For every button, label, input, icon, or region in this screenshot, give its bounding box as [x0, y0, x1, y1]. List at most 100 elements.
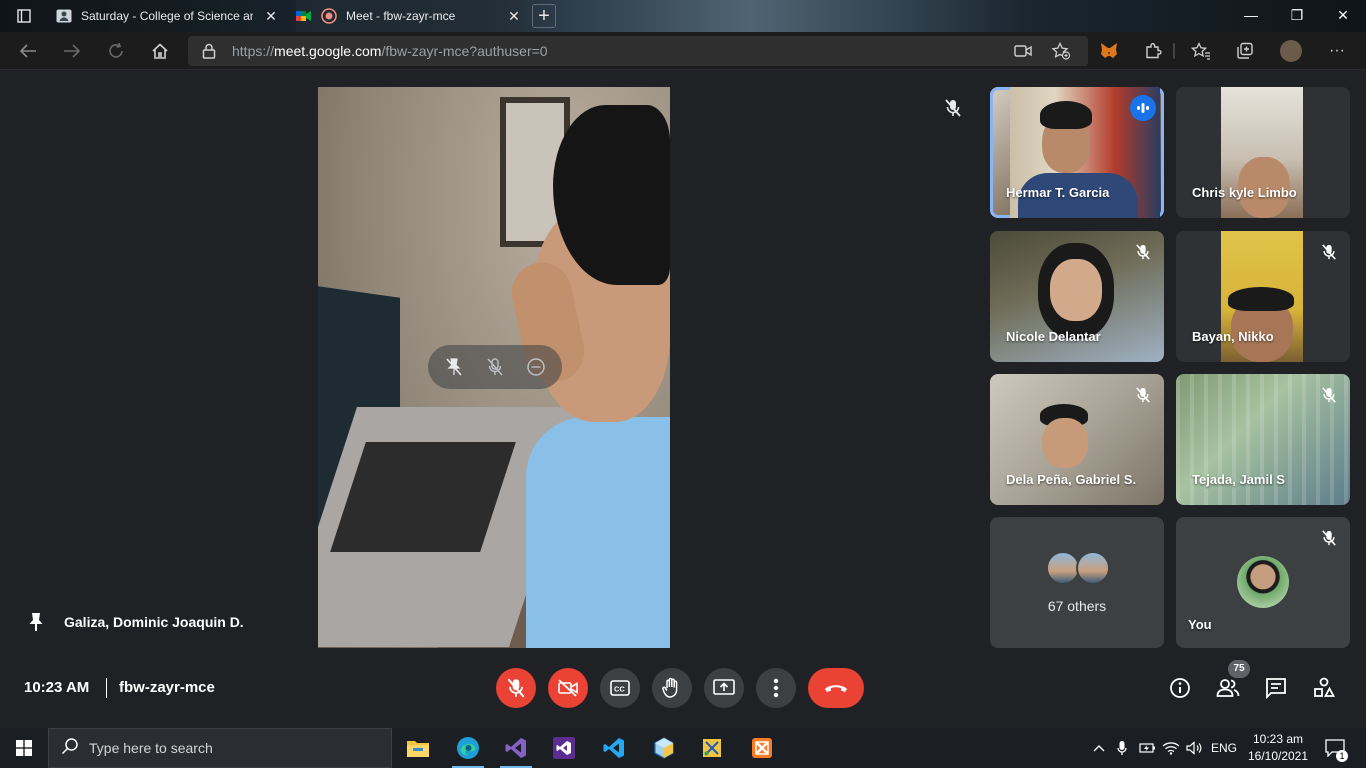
chat-icon[interactable] — [1264, 676, 1288, 700]
volume-icon[interactable] — [1184, 728, 1206, 768]
person-card-icon — [56, 8, 72, 24]
home-icon[interactable] — [146, 38, 174, 64]
lock-icon[interactable] — [202, 43, 216, 64]
url-path: /fbw-zayr-mce?authuser=0 — [381, 43, 548, 59]
svg-text:CC: CC — [614, 685, 625, 694]
captions-button[interactable]: CC — [600, 668, 640, 708]
participant-tile[interactable]: Tejada, Jamil S — [1176, 374, 1350, 505]
self-tile[interactable]: You — [1176, 517, 1350, 648]
restore-button[interactable]: ❐ — [1274, 0, 1320, 32]
present-screen-button[interactable] — [704, 668, 744, 708]
unpin-icon[interactable] — [437, 350, 471, 384]
more-options-button[interactable] — [756, 668, 796, 708]
browser-tab-saturday[interactable]: Saturday - College of Science and ✕ — [56, 0, 282, 32]
close-tab-icon[interactable]: ✕ — [506, 8, 522, 25]
muted-mic-icon — [1132, 241, 1154, 263]
pinned-participant-label: Galiza, Dominic Joaquin D. — [26, 612, 244, 632]
microphone-in-use-icon[interactable] — [1112, 728, 1132, 768]
others-avatars — [1046, 551, 1112, 585]
tab-title: Saturday - College of Science and — [81, 9, 253, 23]
participant-tile[interactable]: Bayan, Nikko — [1176, 231, 1350, 362]
muted-mic-icon — [1132, 384, 1154, 406]
muted-mic-icon — [1318, 527, 1340, 549]
pin-icon — [26, 612, 46, 632]
meeting-code: fbw-zayr-mce — [119, 679, 215, 696]
collections-icon[interactable] — [1234, 41, 1256, 61]
tab-title: Meet - fbw-zayr-mce — [346, 9, 456, 23]
snipping-tool-icon[interactable] — [688, 728, 736, 768]
participant-tile[interactable]: Chris kyle Limbo — [1176, 87, 1350, 218]
profile-avatar[interactable] — [1280, 40, 1302, 62]
participant-tile[interactable]: Hermar T. Garcia — [990, 87, 1164, 218]
participant-name: Chris kyle Limbo — [1192, 185, 1297, 200]
muted-mic-icon — [1318, 384, 1340, 406]
battery-icon[interactable] — [1136, 728, 1158, 768]
camera-in-use-icon[interactable] — [1012, 41, 1034, 61]
input-language[interactable]: ENG — [1208, 728, 1240, 768]
virtual-box-icon[interactable] — [640, 728, 688, 768]
video-shirt — [526, 417, 670, 648]
windows-start-button[interactable] — [0, 728, 48, 768]
mute-participant-icon[interactable] — [478, 350, 512, 384]
people-icon[interactable] — [1216, 676, 1240, 700]
browser-tab-meet[interactable]: Meet - fbw-zayr-mce ✕ — [296, 0, 522, 32]
participant-tile[interactable]: Dela Peña, Gabriel S. — [990, 374, 1164, 505]
google-meet-icon — [296, 8, 312, 24]
video-hair — [1040, 101, 1092, 129]
metamask-icon[interactable] — [1098, 41, 1120, 61]
new-tab-button[interactable]: + — [532, 4, 556, 28]
meeting-time: 10:23 AM — [24, 679, 90, 696]
back-icon[interactable] — [14, 38, 42, 64]
search-icon — [61, 737, 79, 760]
pinned-video[interactable] — [318, 87, 670, 648]
taskbar-clock[interactable]: 10:23 am 16/10/2021 — [1246, 731, 1310, 765]
search-placeholder: Type here to search — [89, 740, 213, 756]
leave-call-button[interactable] — [808, 668, 864, 708]
show-hidden-icons[interactable] — [1090, 728, 1108, 768]
visual-studio-icon[interactable] — [492, 728, 540, 768]
participant-name: Hermar T. Garcia — [1006, 185, 1110, 200]
refresh-icon[interactable] — [102, 38, 130, 64]
participant-tile[interactable]: Nicole Delantar — [990, 231, 1164, 362]
xampp-icon[interactable] — [738, 728, 786, 768]
camera-toggle-button[interactable] — [548, 668, 588, 708]
notifications-icon[interactable]: 1 — [1322, 728, 1348, 768]
video-face — [1042, 418, 1088, 468]
activities-icon[interactable] — [1312, 676, 1336, 700]
edge-browser-icon[interactable] — [444, 728, 492, 768]
vs-code-icon[interactable] — [590, 728, 638, 768]
wifi-icon[interactable] — [1160, 728, 1182, 768]
visual-studio-2-icon[interactable] — [540, 728, 588, 768]
pinned-muted-icon — [944, 98, 964, 118]
others-count: 67 others — [1047, 598, 1107, 614]
minimize-button[interactable]: — — [1228, 0, 1274, 32]
toolbar-separator: | — [1171, 42, 1177, 59]
browser-toolbar: https://meet.google.com/fbw-zayr-mce?aut… — [0, 32, 1366, 70]
file-explorer-icon[interactable] — [394, 728, 442, 768]
video-face — [1050, 259, 1102, 321]
favorites-icon[interactable] — [1190, 41, 1212, 61]
self-avatar — [1237, 556, 1289, 608]
participant-name: Bayan, Nikko — [1192, 329, 1274, 344]
pinned-participant-name: Galiza, Dominic Joaquin D. — [64, 614, 244, 630]
raise-hand-button[interactable] — [652, 668, 692, 708]
close-window-button[interactable]: ✕ — [1320, 0, 1366, 32]
extensions-icon[interactable] — [1142, 41, 1164, 61]
close-tab-icon[interactable]: ✕ — [263, 8, 279, 25]
taskbar-date: 16/10/2021 — [1247, 749, 1309, 763]
address-bar[interactable]: https://meet.google.com/fbw-zayr-mce?aut… — [188, 36, 1088, 66]
others-tile[interactable]: 67 others — [990, 517, 1164, 648]
url-scheme: https:// — [232, 43, 275, 59]
browser-tab-bar: Saturday - College of Science and ✕ Meet… — [0, 0, 1366, 32]
remove-participant-icon[interactable] — [519, 350, 553, 384]
tab-actions-icon[interactable] — [8, 6, 40, 26]
microphone-toggle-button[interactable] — [496, 668, 536, 708]
taskbar-search-box[interactable]: Type here to search — [48, 728, 392, 768]
avatar — [1046, 551, 1080, 585]
forward-icon[interactable] — [58, 38, 86, 64]
meeting-details-icon[interactable] — [1168, 676, 1192, 700]
more-options-icon[interactable]: ··· — [1326, 41, 1348, 61]
add-favorite-icon[interactable] — [1050, 41, 1072, 61]
self-label: You — [1188, 617, 1212, 632]
url-host: meet.google.com — [274, 43, 382, 59]
